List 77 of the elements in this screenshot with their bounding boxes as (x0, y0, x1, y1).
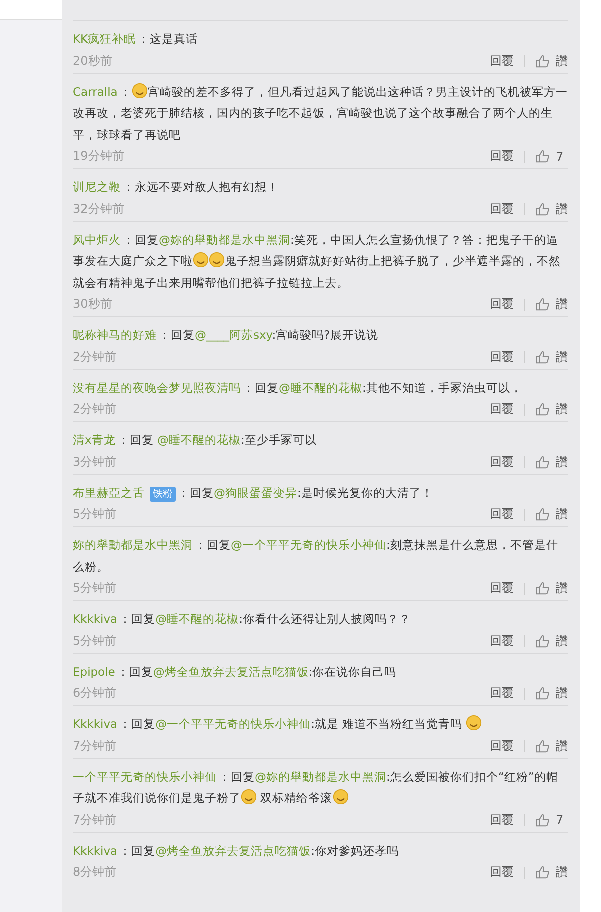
like-count[interactable]: 7 (556, 813, 568, 827)
header-bar (0, 0, 62, 20)
thumbs-up-icon[interactable] (535, 402, 550, 417)
comment-text: 布里赫亞之舌 铁粉 ：回复@狗眼蛋蛋变异:是时候光复你的大清了！ (73, 484, 434, 504)
like-count[interactable]: 讚 (556, 580, 568, 597)
like-count[interactable]: 讚 (556, 506, 568, 523)
comment-text: Kkkkiva ：回复@睡不醒的花椒:你看什么还得让别人披阅吗？？ (73, 611, 412, 628)
reply-link[interactable]: 回覆 (490, 296, 514, 313)
timestamp: 5分钟前 (73, 580, 118, 597)
smiley-icon (132, 82, 148, 98)
timestamp: 20秒前 (73, 52, 114, 70)
thumbs-up-icon[interactable] (535, 738, 550, 754)
comment-text: 没有星星的夜晚会梦见照夜清吗 ：回复@睡不醒的花椒:其他不知道，手冢治虫可以， (73, 380, 524, 396)
comment-text: 训尼之鞭 ：永远不要对敌人抱有幻想！ (73, 179, 280, 196)
like-count[interactable]: 讚 (556, 52, 568, 70)
comment-text: Epipole ：回复@烤全鱼放弃去复活点吃猫饭:你在说你自己吗 (73, 664, 398, 680)
comment-text: KK疯狂补眠 ：这是真话 (73, 31, 200, 48)
reply-link[interactable]: 回覆 (490, 148, 514, 165)
reply-link[interactable]: 回覆 (490, 200, 514, 218)
comment-text: Kkkkiva ：回复@一个平平无奇的快乐小神仙:就是 难道不当粉红当觉青吗 (73, 714, 568, 736)
reply-link[interactable]: 回覆 (490, 348, 514, 366)
timestamp: 3分钟前 (73, 454, 118, 470)
like-count[interactable]: 讚 (556, 296, 568, 313)
smiley-icon (466, 715, 482, 731)
reply-link[interactable]: 回覆 (490, 738, 514, 754)
reply-link[interactable]: 回覆 (490, 454, 514, 470)
comment-text: 风中炬火 ：回复@妳的舉動都是水中黑洞:笑死，中国人怎么宣扬仇恨了？答：把鬼子干的逼事发在大庭广众之下啦 鬼子想当露阴癖就好好站街上把裤子脱了，少半遮半露的，不然就会有精神鬼子出来用嘴帮他们把裤子拉链拉上去。 (73, 232, 562, 292)
reply-link[interactable]: 回覆 (490, 632, 514, 650)
reply-link[interactable]: 回覆 (490, 864, 514, 881)
comment-text: 昵称神马的好难 ：回复@____阿苏sxy:宫崎骏吗?展开说说 (73, 327, 380, 344)
thumbs-up-icon[interactable] (535, 581, 550, 596)
reply-link[interactable]: 回覆 (490, 580, 514, 597)
like-count[interactable]: 讚 (556, 454, 568, 470)
timestamp: 30秒前 (73, 296, 114, 313)
comment-text: Kkkkiva ：回复@烤全鱼放弃去复活点吃猫饭:你对爹妈还孝吗 (73, 842, 400, 860)
like-count[interactable]: 讚 (556, 864, 568, 881)
like-count[interactable]: 讚 (556, 200, 568, 218)
timestamp: 32分钟前 (73, 200, 126, 218)
comment-text: 妳的舉動都是水中黑洞 ：回复@一个平平无奇的快乐小神仙:刻意抹黑是什么意思，不管是什么粉。 (73, 537, 560, 576)
comment-text: 清x青龙 ：回复 @睡不醒的花椒:至少手冢可以 (73, 432, 318, 449)
timestamp: 7分钟前 (73, 738, 118, 754)
reply-link[interactable]: 回覆 (490, 506, 514, 523)
thumbs-up-icon[interactable] (535, 149, 550, 164)
thumbs-up-icon[interactable] (535, 54, 550, 68)
timestamp: 7分钟前 (73, 812, 118, 828)
smiley-icon (209, 252, 225, 268)
comment-text: 一个平平无奇的快乐小神仙 ：回复@妳的舉動都是水中黑洞:怎么爱国被你们扣个“红粉”的帽子就不准我们说你们是鬼子粉了 双标精给爷滚 (73, 768, 560, 807)
thumbs-up-icon[interactable] (535, 297, 550, 312)
thumbs-up-icon[interactable] (535, 507, 550, 522)
like-count[interactable]: 讚 (556, 401, 568, 418)
reply-link[interactable]: 回覆 (490, 401, 514, 418)
smiley-icon (332, 789, 349, 805)
like-count[interactable]: 讚 (556, 348, 568, 366)
smiley-icon (193, 252, 209, 268)
like-count[interactable]: 7 (556, 150, 568, 164)
like-count[interactable]: 讚 (556, 632, 568, 650)
timestamp: 2分钟前 (73, 348, 118, 366)
like-count[interactable]: 讚 (556, 685, 568, 702)
timestamp: 6分钟前 (73, 685, 118, 702)
thumbs-up-icon[interactable] (535, 350, 550, 364)
thumbs-up-icon[interactable] (535, 686, 550, 701)
reply-link[interactable]: 回覆 (490, 685, 514, 702)
thumbs-up-icon[interactable] (535, 812, 550, 828)
like-count[interactable]: 讚 (556, 738, 568, 754)
timestamp: 8分钟前 (73, 864, 118, 881)
thumbs-up-icon[interactable] (535, 202, 550, 216)
timestamp: 5分钟前 (73, 506, 118, 523)
reply-link[interactable]: 回覆 (490, 812, 514, 828)
thumbs-up-icon[interactable] (535, 454, 550, 470)
reply-link[interactable]: 回覆 (490, 52, 514, 70)
timestamp: 5分钟前 (73, 632, 118, 650)
timestamp: 19分钟前 (73, 148, 126, 165)
comment-text: Carralla ： 宫崎骏的差不多得了，但凡看过起风了能说出这种话？男主设计的飞机被军方一改再改，老婆死于肺结核，国内的孩子吃不起饭，宫崎骏也说了这个故事融合了两个人的生平，球球看了再说吧 (73, 82, 568, 144)
thumbs-up-icon[interactable] (535, 865, 550, 880)
smiley-icon (241, 789, 257, 805)
thumbs-up-icon[interactable] (535, 634, 550, 648)
timestamp: 2分钟前 (73, 401, 118, 418)
